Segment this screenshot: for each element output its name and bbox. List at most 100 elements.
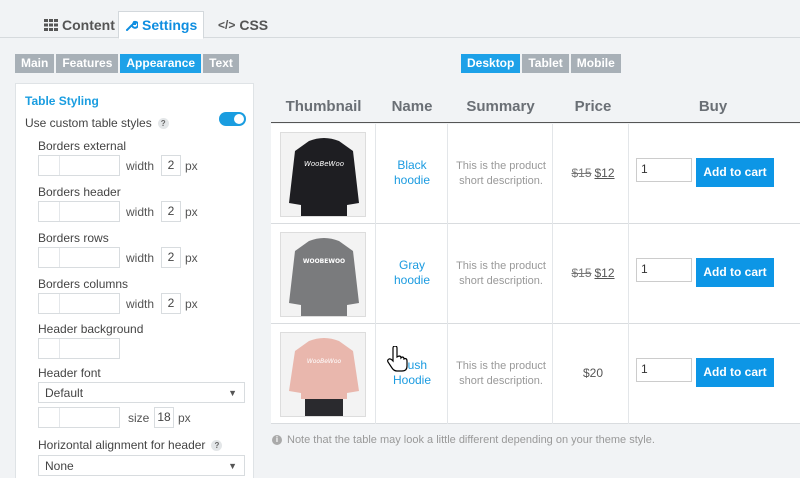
header-font-select[interactable]: Default ▼: [38, 382, 245, 403]
hoodie-logo: WooBeWoo: [307, 358, 342, 365]
old-price: $15: [571, 166, 592, 180]
borders-header-color[interactable]: [38, 201, 120, 222]
borders-columns-width-label: width: [126, 297, 155, 311]
header-background-label: Header background: [38, 322, 144, 336]
tab-settings[interactable]: Settings: [118, 11, 205, 39]
color-swatch: [39, 202, 60, 221]
table-row: WooBeWoo Blush Hoodie This is the produc…: [271, 324, 800, 424]
subtab-features[interactable]: Features: [56, 54, 119, 73]
color-swatch: [39, 248, 60, 267]
subtab-text[interactable]: Text: [203, 54, 239, 73]
product-description: This is the product short description.: [451, 259, 551, 289]
sale-price: $12: [594, 266, 615, 280]
code-icon: </>: [218, 18, 236, 32]
tab-settings-label: Settings: [142, 17, 198, 33]
device-tabs: Desktop Tablet Mobile: [461, 54, 621, 73]
quantity-input[interactable]: 1: [636, 358, 692, 382]
borders-external-label: Borders external: [38, 139, 127, 153]
use-custom-styles-label: Use custom table styles: [25, 116, 152, 130]
table-row: WooBeWoo Black hoodie This is the produc…: [271, 124, 800, 224]
header-font-color[interactable]: [38, 407, 120, 428]
px-unit: px: [185, 159, 198, 173]
product-thumbnail[interactable]: WooBeWoo: [280, 332, 366, 417]
h-align-select[interactable]: None ▼: [38, 455, 245, 476]
header-font-label: Header font: [38, 366, 101, 380]
info-icon: i: [272, 435, 282, 445]
header-font-size-input[interactable]: 18: [154, 407, 174, 428]
th-thumbnail: Thumbnail: [285, 98, 362, 115]
table-styling-panel: Table Styling Use custom table styles ? …: [15, 83, 254, 478]
color-swatch: [39, 339, 60, 358]
h-align-value: None: [45, 459, 74, 473]
borders-header-label: Borders header: [38, 185, 121, 199]
device-tab-tablet[interactable]: Tablet: [522, 54, 569, 73]
product-price: $20: [557, 366, 629, 380]
custom-styles-toggle[interactable]: [219, 112, 246, 126]
product-name-link[interactable]: Gray hoodie: [376, 258, 448, 288]
header-font-value: Default: [45, 386, 84, 400]
device-tab-mobile[interactable]: Mobile: [570, 54, 621, 73]
product-thumbnail[interactable]: WOOBEWOO: [280, 232, 366, 317]
product-name-line1: Black: [397, 158, 427, 172]
top-tab-bar: Content Settings </> CSS: [0, 0, 800, 39]
color-swatch: [39, 408, 60, 427]
hoodie-logo: WooBeWoo: [304, 160, 344, 168]
toggle-knob: [234, 114, 244, 124]
hand-cursor-icon: [387, 345, 409, 377]
h-align-label-row: Horizontal alignment for header ?: [38, 438, 223, 452]
sale-price: $20: [582, 366, 604, 380]
th-price: Price: [574, 98, 612, 115]
borders-header-width-input[interactable]: 2: [161, 201, 181, 222]
table-row: WOOBEWOO Gray hoodie This is the product…: [271, 224, 800, 324]
borders-external-width-label: width: [126, 159, 155, 173]
th-name: Name: [391, 98, 433, 115]
quantity-input[interactable]: 1: [636, 258, 692, 282]
help-icon[interactable]: ?: [211, 439, 223, 451]
help-icon[interactable]: ?: [157, 117, 169, 129]
product-name-line2: hoodie: [393, 273, 431, 287]
use-custom-styles-row: Use custom table styles ?: [25, 116, 169, 130]
add-to-cart-button[interactable]: Add to cart: [696, 358, 774, 387]
product-desc-line1: This is the product: [456, 160, 546, 172]
borders-rows-width-input[interactable]: 2: [161, 247, 181, 268]
borders-header-width-label: width: [126, 205, 155, 219]
color-swatch: [39, 156, 60, 175]
borders-columns-width-input[interactable]: 2: [161, 293, 181, 314]
add-to-cart-button[interactable]: Add to cart: [696, 158, 774, 187]
caret-down-icon: ▼: [228, 461, 237, 471]
subtab-main[interactable]: Main: [15, 54, 55, 73]
product-name-link[interactable]: Black hoodie: [376, 158, 448, 188]
header-background-color[interactable]: [38, 338, 120, 359]
tab-content-label: Content: [62, 17, 115, 33]
product-price: $15 $12: [557, 166, 629, 180]
quantity-input[interactable]: 1: [636, 158, 692, 182]
borders-rows-color[interactable]: [38, 247, 120, 268]
borders-external-color[interactable]: [38, 155, 120, 176]
panel-title: Table Styling: [25, 94, 99, 108]
device-tab-desktop[interactable]: Desktop: [461, 54, 521, 73]
subtab-appearance[interactable]: Appearance: [120, 54, 202, 73]
theme-note-text: Note that the table may look a little di…: [287, 434, 655, 446]
product-name-line2: hoodie: [393, 173, 431, 187]
tab-css-label: CSS: [239, 17, 269, 33]
header-font-size-label: size: [128, 411, 150, 425]
tab-css[interactable]: </> CSS: [212, 11, 274, 39]
product-desc-line1: This is the product: [456, 260, 546, 272]
hoodie-logo: WOOBEWOO: [303, 258, 345, 265]
borders-external-width-input[interactable]: 2: [161, 155, 181, 176]
product-thumbnail[interactable]: WooBeWoo: [280, 132, 366, 217]
product-desc-line2: short description.: [459, 275, 543, 287]
borders-rows-width-label: width: [126, 251, 155, 265]
add-to-cart-button[interactable]: Add to cart: [696, 258, 774, 287]
product-desc-line1: This is the product: [456, 360, 546, 372]
table-header: Thumbnail Name Summary Price Buy: [271, 88, 800, 123]
th-buy: Buy: [698, 98, 728, 115]
borders-columns-color[interactable]: [38, 293, 120, 314]
theme-note: i Note that the table may look a little …: [272, 434, 655, 446]
tab-content[interactable]: Content: [38, 11, 121, 39]
borders-columns-label: Borders columns: [38, 277, 129, 291]
px-unit: px: [185, 251, 198, 265]
product-desc-line2: short description.: [459, 375, 543, 387]
product-price: $15 $12: [557, 266, 629, 280]
settings-subtabs: Main Features Appearance Text: [15, 54, 239, 73]
